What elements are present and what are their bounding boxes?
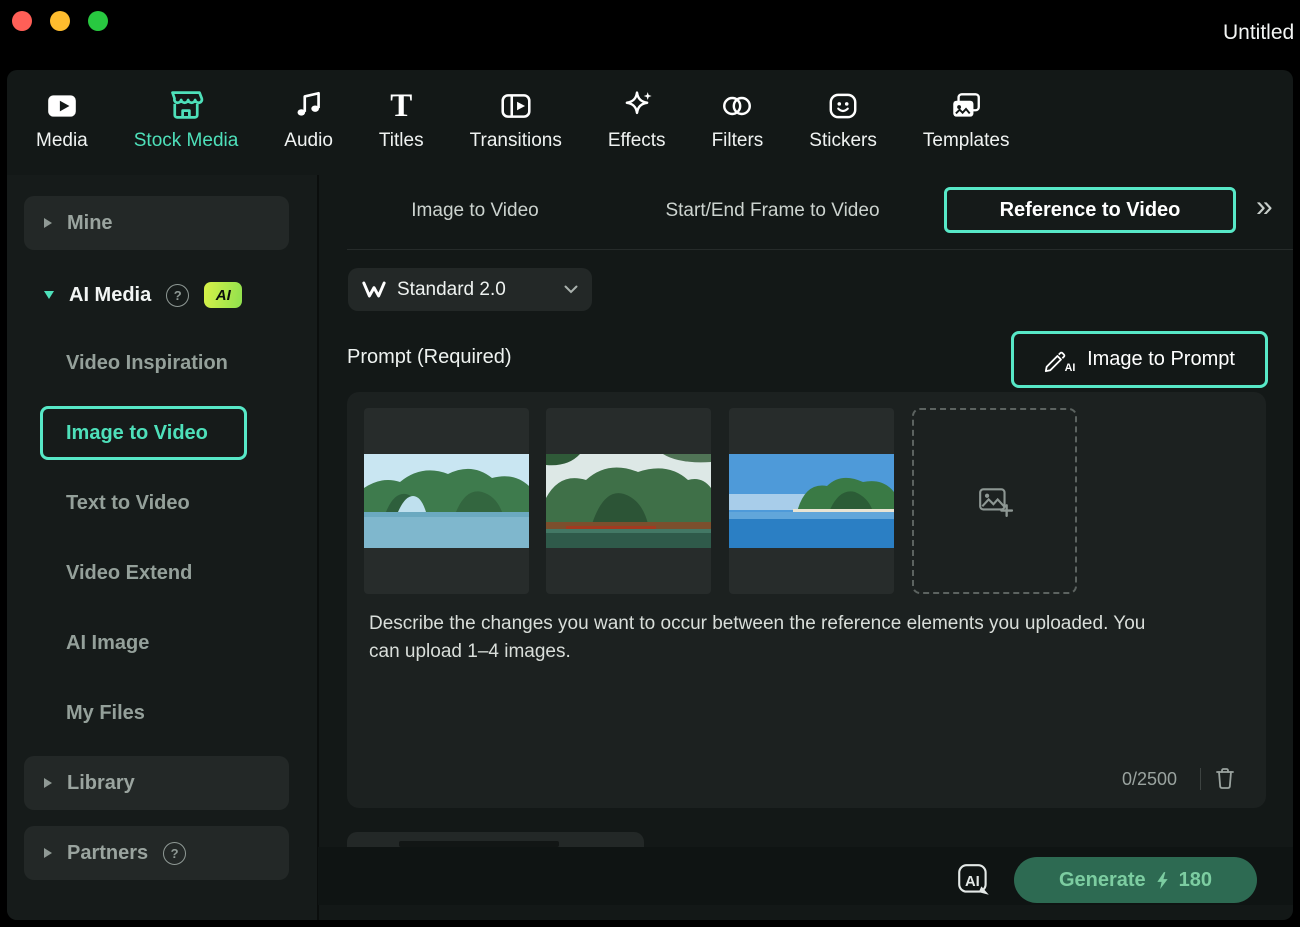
reference-image-thumbnail xyxy=(364,454,529,548)
sidebar-item-video-inspiration[interactable]: Video Inspiration xyxy=(66,340,228,386)
tab-image-to-video[interactable]: Image to Video xyxy=(380,200,570,222)
sidebar-item-video-extend[interactable]: Video Extend xyxy=(66,550,192,596)
model-select-dropdown[interactable]: Standard 2.0 xyxy=(348,268,592,311)
reference-image-2[interactable] xyxy=(546,408,711,594)
nav-item-stickers[interactable]: Stickers xyxy=(809,85,877,152)
reference-image-3[interactable] xyxy=(729,408,894,594)
upload-image-placeholder[interactable] xyxy=(912,408,1077,594)
image-to-prompt-button[interactable]: AI Image to Prompt xyxy=(1011,331,1268,388)
image-to-prompt-label: Image to Prompt xyxy=(1087,348,1235,370)
nav-item-transitions[interactable]: Transitions xyxy=(470,85,562,152)
sidebar-item-library[interactable]: Library xyxy=(24,756,289,810)
generate-label: Generate xyxy=(1058,868,1146,891)
help-icon[interactable]: ? xyxy=(166,283,190,307)
sidebar-item-ai-image[interactable]: AI Image xyxy=(66,620,149,666)
nav-label: Stickers xyxy=(809,130,877,151)
window-title: Untitled xyxy=(1223,21,1295,44)
music-note-icon xyxy=(292,85,326,123)
nav-label: Transitions xyxy=(469,130,562,151)
character-counter: 0/2500 xyxy=(1122,769,1178,789)
nav-item-media[interactable]: Media xyxy=(36,85,88,152)
app-window: Untitled Media Stock Media Audio T Title… xyxy=(0,0,1300,927)
ai-badge: AI xyxy=(204,282,243,308)
credit-bolt-icon xyxy=(1155,871,1170,890)
sidebar-label: Mine xyxy=(67,211,113,234)
sidebar-label: Library xyxy=(67,771,135,794)
prompt-label: Prompt (Required) xyxy=(347,346,512,368)
svg-text:AI: AI xyxy=(1065,362,1076,374)
sidebar-label: Partners xyxy=(67,841,149,864)
reference-image-1[interactable] xyxy=(364,408,529,594)
nav-label: Titles xyxy=(378,130,424,151)
close-button[interactable] xyxy=(12,11,32,31)
sidebar-item-text-to-video[interactable]: Text to Video xyxy=(66,480,190,526)
tab-reference-to-video[interactable]: Reference to Video xyxy=(944,187,1236,233)
smiley-sticker-icon xyxy=(825,85,861,123)
nav-item-effects[interactable]: Effects xyxy=(608,85,666,152)
sidebar-item-mine[interactable]: Mine xyxy=(24,196,289,250)
image-plus-icon xyxy=(977,483,1013,519)
tabs-overflow-chevron-icon[interactable]: » xyxy=(1256,190,1273,224)
sparkle-star-icon xyxy=(619,85,655,123)
minimize-button[interactable] xyxy=(50,11,70,31)
media-icon xyxy=(44,85,80,123)
tabs-divider xyxy=(347,249,1293,250)
nav-label: Effects xyxy=(607,130,666,151)
nav-item-audio[interactable]: Audio xyxy=(284,85,333,152)
filters-icon xyxy=(719,85,755,123)
top-nav: Media Stock Media Audio T Titles Transit… xyxy=(36,85,1009,152)
store-icon xyxy=(168,85,204,123)
sidebar-divider xyxy=(317,175,319,920)
chevron-down-icon xyxy=(564,285,578,294)
counter-divider xyxy=(1200,768,1201,790)
chevron-right-icon xyxy=(44,218,52,228)
model-select-value: Standard 2.0 xyxy=(397,278,506,300)
zoom-button[interactable] xyxy=(88,11,108,31)
nav-item-filters[interactable]: Filters xyxy=(711,85,764,152)
credit-cost: 180 xyxy=(1178,868,1213,891)
nav-item-stock-media[interactable]: Stock Media xyxy=(133,85,239,152)
nav-label: Stock Media xyxy=(133,130,239,151)
sidebar-item-image-to-video[interactable]: Image to Video xyxy=(40,406,247,460)
tab-start-end-frame-to-video[interactable]: Start/End Frame to Video xyxy=(650,200,895,222)
generate-button[interactable]: Generate 180 xyxy=(1014,857,1257,903)
sidebar-label: AI Media xyxy=(69,283,152,306)
reference-image-thumbnail xyxy=(729,454,894,548)
nav-item-titles[interactable]: T Titles xyxy=(379,85,424,152)
ai-writer-icon-button[interactable]: AI xyxy=(955,861,993,899)
filmora-w-icon xyxy=(362,280,386,299)
prompt-helper-text: Describe the changes you want to occur b… xyxy=(369,613,1146,662)
nav-label: Audio xyxy=(284,130,333,151)
templates-icon xyxy=(948,85,984,123)
titles-icon: T xyxy=(390,88,413,124)
reference-image-thumbnail xyxy=(546,454,711,548)
chevron-right-icon xyxy=(44,848,52,858)
sidebar-item-my-files[interactable]: My Files xyxy=(66,690,145,736)
sidebar-item-partners[interactable]: Partners ? xyxy=(24,826,289,880)
trash-icon[interactable] xyxy=(1214,766,1236,790)
nav-label: Media xyxy=(36,130,88,151)
chevron-right-icon xyxy=(44,778,52,788)
nav-label: Templates xyxy=(922,130,1010,151)
settings-dropdown-clipped[interactable] xyxy=(347,832,644,847)
ai-pencil-icon: AI xyxy=(1044,346,1078,374)
nav-label: Filters xyxy=(711,130,764,151)
svg-text:AI: AI xyxy=(965,874,980,890)
help-icon[interactable]: ? xyxy=(163,841,187,865)
sidebar-item-ai-media[interactable]: AI Media ? AI xyxy=(24,268,289,322)
nav-item-templates[interactable]: Templates xyxy=(922,85,1010,152)
transitions-icon xyxy=(498,85,534,123)
chevron-down-icon xyxy=(44,291,54,299)
